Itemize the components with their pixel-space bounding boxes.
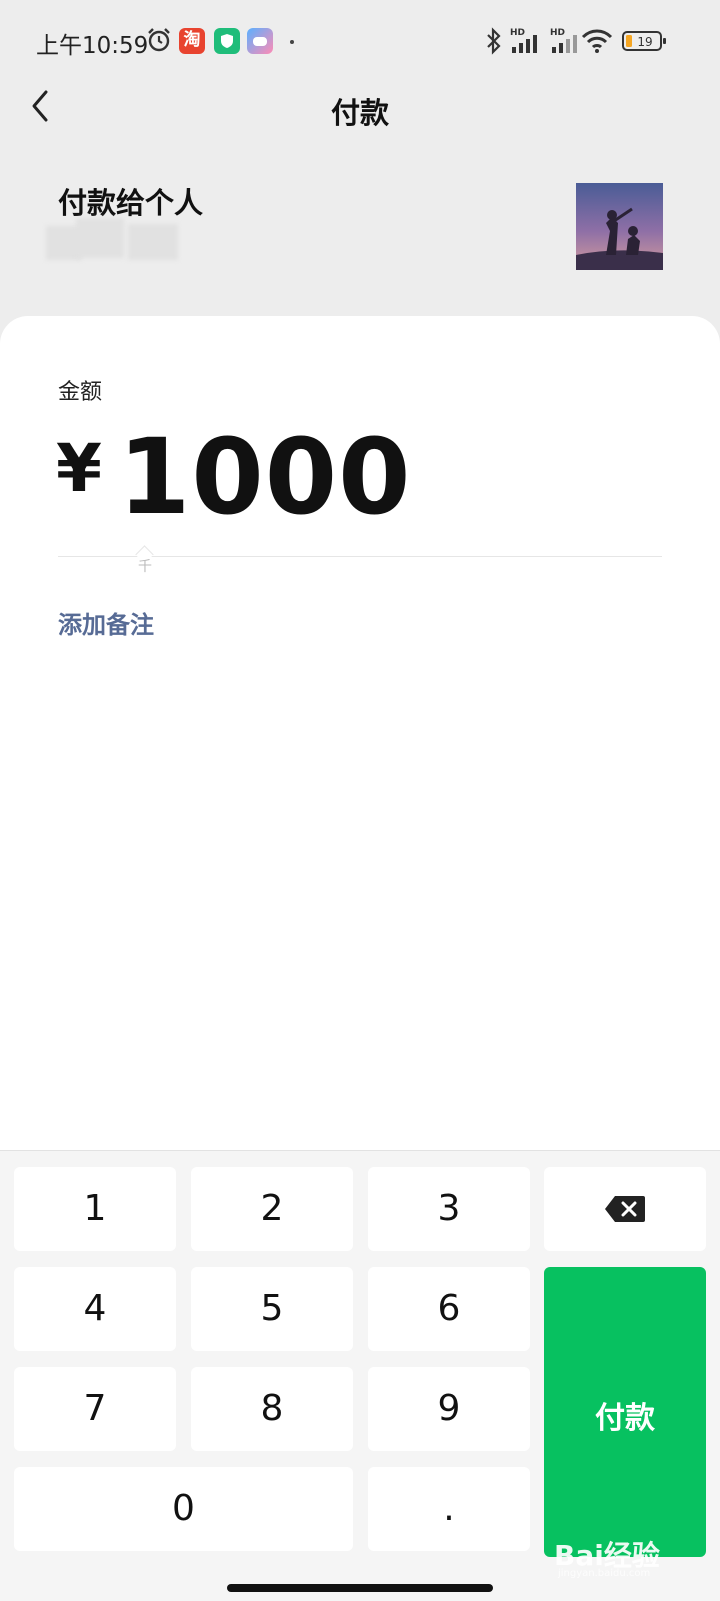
key-3[interactable]: 3: [368, 1167, 530, 1251]
payee-name-redacted: [46, 218, 186, 264]
key-decimal[interactable]: .: [368, 1467, 530, 1551]
pay-button[interactable]: 付款: [544, 1267, 706, 1557]
amount-value: 1000: [118, 416, 412, 538]
backspace-key[interactable]: [544, 1167, 706, 1251]
more-notifications-dot-icon: [290, 40, 294, 44]
key-0[interactable]: 0: [14, 1467, 353, 1551]
currency-symbol: ¥: [56, 430, 102, 507]
bluetooth-icon: [487, 27, 501, 55]
key-6[interactable]: 6: [368, 1267, 530, 1351]
amount-unit-hint: 千: [138, 559, 152, 575]
pay-button-label: 付款: [595, 1401, 655, 1436]
page-title: 付款: [330, 96, 389, 130]
cellular-signal-2-icon: HD: [550, 28, 577, 53]
amount-unit-tooltip: 千: [132, 545, 158, 575]
wifi-icon: [581, 29, 613, 53]
payee-label: 付款给个人: [58, 186, 204, 220]
add-note-link[interactable]: 添加备注: [58, 605, 154, 640]
security-app-icon: [214, 28, 240, 54]
key-5[interactable]: 5: [191, 1267, 353, 1351]
nav-bar: 付款: [0, 84, 720, 164]
battery-icon: 19: [622, 29, 668, 57]
home-indicator[interactable]: [227, 1584, 493, 1592]
status-bar: 上午10:59 淘 HD HD 19: [0, 0, 720, 84]
status-time: 上午10:59: [36, 33, 149, 59]
backspace-icon: [605, 1196, 645, 1222]
key-9[interactable]: 9: [368, 1367, 530, 1451]
game-app-icon: [247, 28, 273, 54]
numeric-keypad: 1 2 3 4 5 6 7 8 9 0 . 付款: [0, 1150, 720, 1601]
amount-card: 金额 ¥ 1000 千 添加备注: [0, 316, 720, 1150]
svg-text:HD: HD: [550, 28, 565, 38]
amount-label: 金额: [58, 380, 103, 405]
battery-level: 19: [637, 35, 652, 49]
taobao-app-icon: 淘: [179, 28, 205, 54]
key-1[interactable]: 1: [14, 1167, 176, 1251]
svg-text:HD: HD: [510, 28, 525, 38]
key-2[interactable]: 2: [191, 1167, 353, 1251]
key-8[interactable]: 8: [191, 1367, 353, 1451]
cellular-signal-1-icon: HD: [510, 28, 537, 53]
key-7[interactable]: 7: [14, 1367, 176, 1451]
payee-avatar: [576, 183, 663, 270]
alarm-clock-icon: [148, 28, 170, 52]
key-4[interactable]: 4: [14, 1267, 176, 1351]
